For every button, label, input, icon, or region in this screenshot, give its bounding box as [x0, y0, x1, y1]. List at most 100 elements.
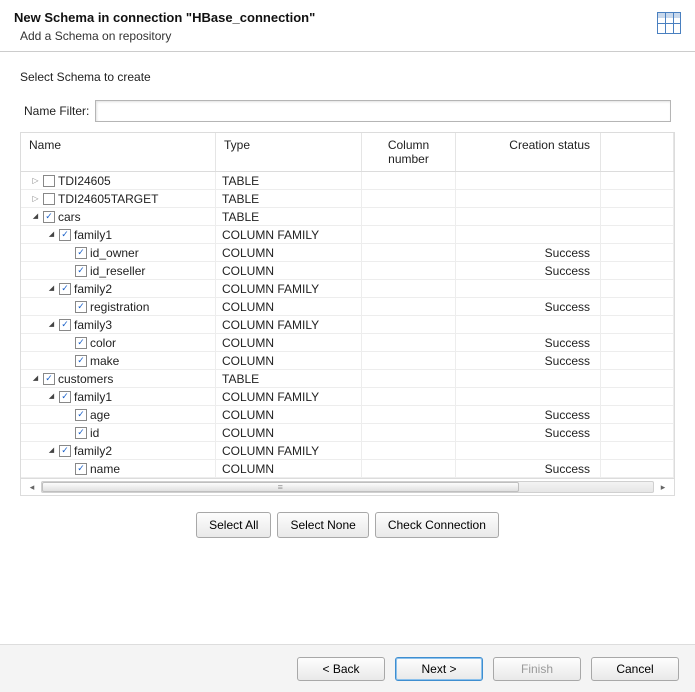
select-all-button[interactable]: Select All — [196, 512, 271, 538]
row-checkbox[interactable] — [75, 463, 87, 475]
cell-type: TABLE — [216, 190, 362, 207]
cell-name: color — [21, 334, 216, 351]
cell-status: Success — [456, 460, 601, 477]
table-row[interactable]: idCOLUMNSuccess — [21, 424, 674, 442]
row-checkbox[interactable] — [59, 445, 71, 457]
row-checkbox[interactable] — [75, 247, 87, 259]
row-checkbox[interactable] — [43, 211, 55, 223]
table-row[interactable]: customersTABLE — [21, 370, 674, 388]
select-none-button[interactable]: Select None — [277, 512, 368, 538]
grid-body: TDI24605TABLETDI24605TARGETTABLEcarsTABL… — [21, 172, 674, 478]
cell-type: COLUMN FAMILY — [216, 316, 362, 333]
back-button[interactable]: < Back — [297, 657, 385, 681]
expander-icon[interactable] — [31, 176, 40, 185]
cell-name: family1 — [21, 226, 216, 243]
expander-icon[interactable] — [31, 212, 40, 221]
row-name-label: family1 — [74, 228, 112, 242]
row-name-label: cars — [58, 210, 81, 224]
table-row[interactable]: family3 COLUMN FAMILY — [21, 316, 674, 334]
table-row[interactable]: ageCOLUMNSuccess — [21, 406, 674, 424]
row-name-label: family2 — [74, 444, 112, 458]
cell-colnum — [362, 226, 456, 243]
row-name-label: family3 — [74, 318, 112, 332]
name-filter-input[interactable] — [95, 100, 671, 122]
dialog-title: New Schema in connection "HBase_connecti… — [14, 10, 657, 25]
schema-grid: Name Type Column number Creation status … — [20, 132, 675, 496]
cell-colnum — [362, 334, 456, 351]
table-row[interactable]: nameCOLUMNSuccess — [21, 460, 674, 478]
cell-type: COLUMN FAMILY — [216, 280, 362, 297]
row-checkbox[interactable] — [59, 229, 71, 241]
table-row[interactable]: id_reseller COLUMN Success — [21, 262, 674, 280]
expander-icon[interactable] — [47, 392, 56, 401]
table-row[interactable]: family1COLUMN FAMILY — [21, 388, 674, 406]
table-row[interactable]: registrationCOLUMNSuccess — [21, 298, 674, 316]
scroll-left-icon[interactable]: ◂ — [27, 482, 37, 493]
row-checkbox[interactable] — [75, 265, 87, 277]
table-row[interactable]: colorCOLUMNSuccess — [21, 334, 674, 352]
column-header-type[interactable]: Type — [216, 133, 362, 171]
cell-spacer — [601, 226, 674, 243]
row-checkbox[interactable] — [59, 283, 71, 295]
row-name-label: age — [90, 408, 110, 422]
table-row[interactable]: family2COLUMN FAMILY — [21, 280, 674, 298]
table-row[interactable]: carsTABLE — [21, 208, 674, 226]
row-checkbox[interactable] — [43, 373, 55, 385]
row-checkbox[interactable] — [43, 175, 55, 187]
cell-status — [456, 442, 601, 459]
cell-spacer — [601, 172, 674, 189]
cell-name: TDI24605TARGET — [21, 190, 216, 207]
section-label: Select Schema to create — [20, 70, 675, 84]
expander-icon[interactable] — [47, 230, 56, 239]
row-checkbox[interactable] — [75, 301, 87, 313]
wizard-footer: < Back Next > Finish Cancel — [0, 644, 695, 692]
expander-icon[interactable] — [31, 194, 40, 203]
row-checkbox[interactable] — [59, 319, 71, 331]
cell-colnum — [362, 424, 456, 441]
horizontal-scrollbar[interactable]: ◂ ≡ ▸ — [21, 478, 674, 495]
row-name-label: customers — [58, 372, 113, 386]
cell-colnum — [362, 208, 456, 225]
check-connection-button[interactable]: Check Connection — [375, 512, 499, 538]
table-row[interactable]: makeCOLUMNSuccess — [21, 352, 674, 370]
table-row[interactable]: family2COLUMN FAMILY — [21, 442, 674, 460]
expander-icon[interactable] — [47, 446, 56, 455]
column-header-status[interactable]: Creation status — [456, 133, 601, 171]
scroll-right-icon[interactable]: ▸ — [658, 482, 668, 493]
next-button[interactable]: Next > — [395, 657, 483, 681]
row-checkbox[interactable] — [59, 391, 71, 403]
row-name-label: id_reseller — [90, 264, 145, 278]
content-area: Select Schema to create Name Filter: Nam… — [0, 52, 695, 558]
expander-icon[interactable] — [47, 320, 56, 329]
cell-status — [456, 172, 601, 189]
row-checkbox[interactable] — [75, 337, 87, 349]
cell-spacer — [601, 190, 674, 207]
cell-colnum — [362, 316, 456, 333]
row-checkbox[interactable] — [75, 355, 87, 367]
row-checkbox[interactable] — [75, 427, 87, 439]
column-header-name[interactable]: Name — [21, 133, 216, 171]
grid-header: Name Type Column number Creation status — [21, 133, 674, 172]
cell-type: COLUMN — [216, 262, 362, 279]
cell-status — [456, 208, 601, 225]
cancel-button[interactable]: Cancel — [591, 657, 679, 681]
cell-type: COLUMN — [216, 424, 362, 441]
cell-spacer — [601, 298, 674, 315]
scroll-track[interactable]: ≡ — [41, 481, 654, 493]
cell-status — [456, 370, 601, 387]
cell-colnum — [362, 442, 456, 459]
scroll-thumb[interactable]: ≡ — [42, 482, 519, 492]
table-row[interactable]: TDI24605TABLE — [21, 172, 674, 190]
expander-icon[interactable] — [47, 284, 56, 293]
cell-status: Success — [456, 262, 601, 279]
table-row[interactable]: id_ownerCOLUMNSuccess — [21, 244, 674, 262]
column-header-colnum[interactable]: Column number — [362, 133, 456, 171]
row-checkbox[interactable] — [75, 409, 87, 421]
table-row[interactable]: TDI24605TARGETTABLE — [21, 190, 674, 208]
expander-icon[interactable] — [31, 374, 40, 383]
name-filter-label: Name Filter: — [24, 104, 89, 118]
cell-name: id — [21, 424, 216, 441]
cell-colnum — [362, 388, 456, 405]
table-row[interactable]: family1COLUMN FAMILY — [21, 226, 674, 244]
row-checkbox[interactable] — [43, 193, 55, 205]
